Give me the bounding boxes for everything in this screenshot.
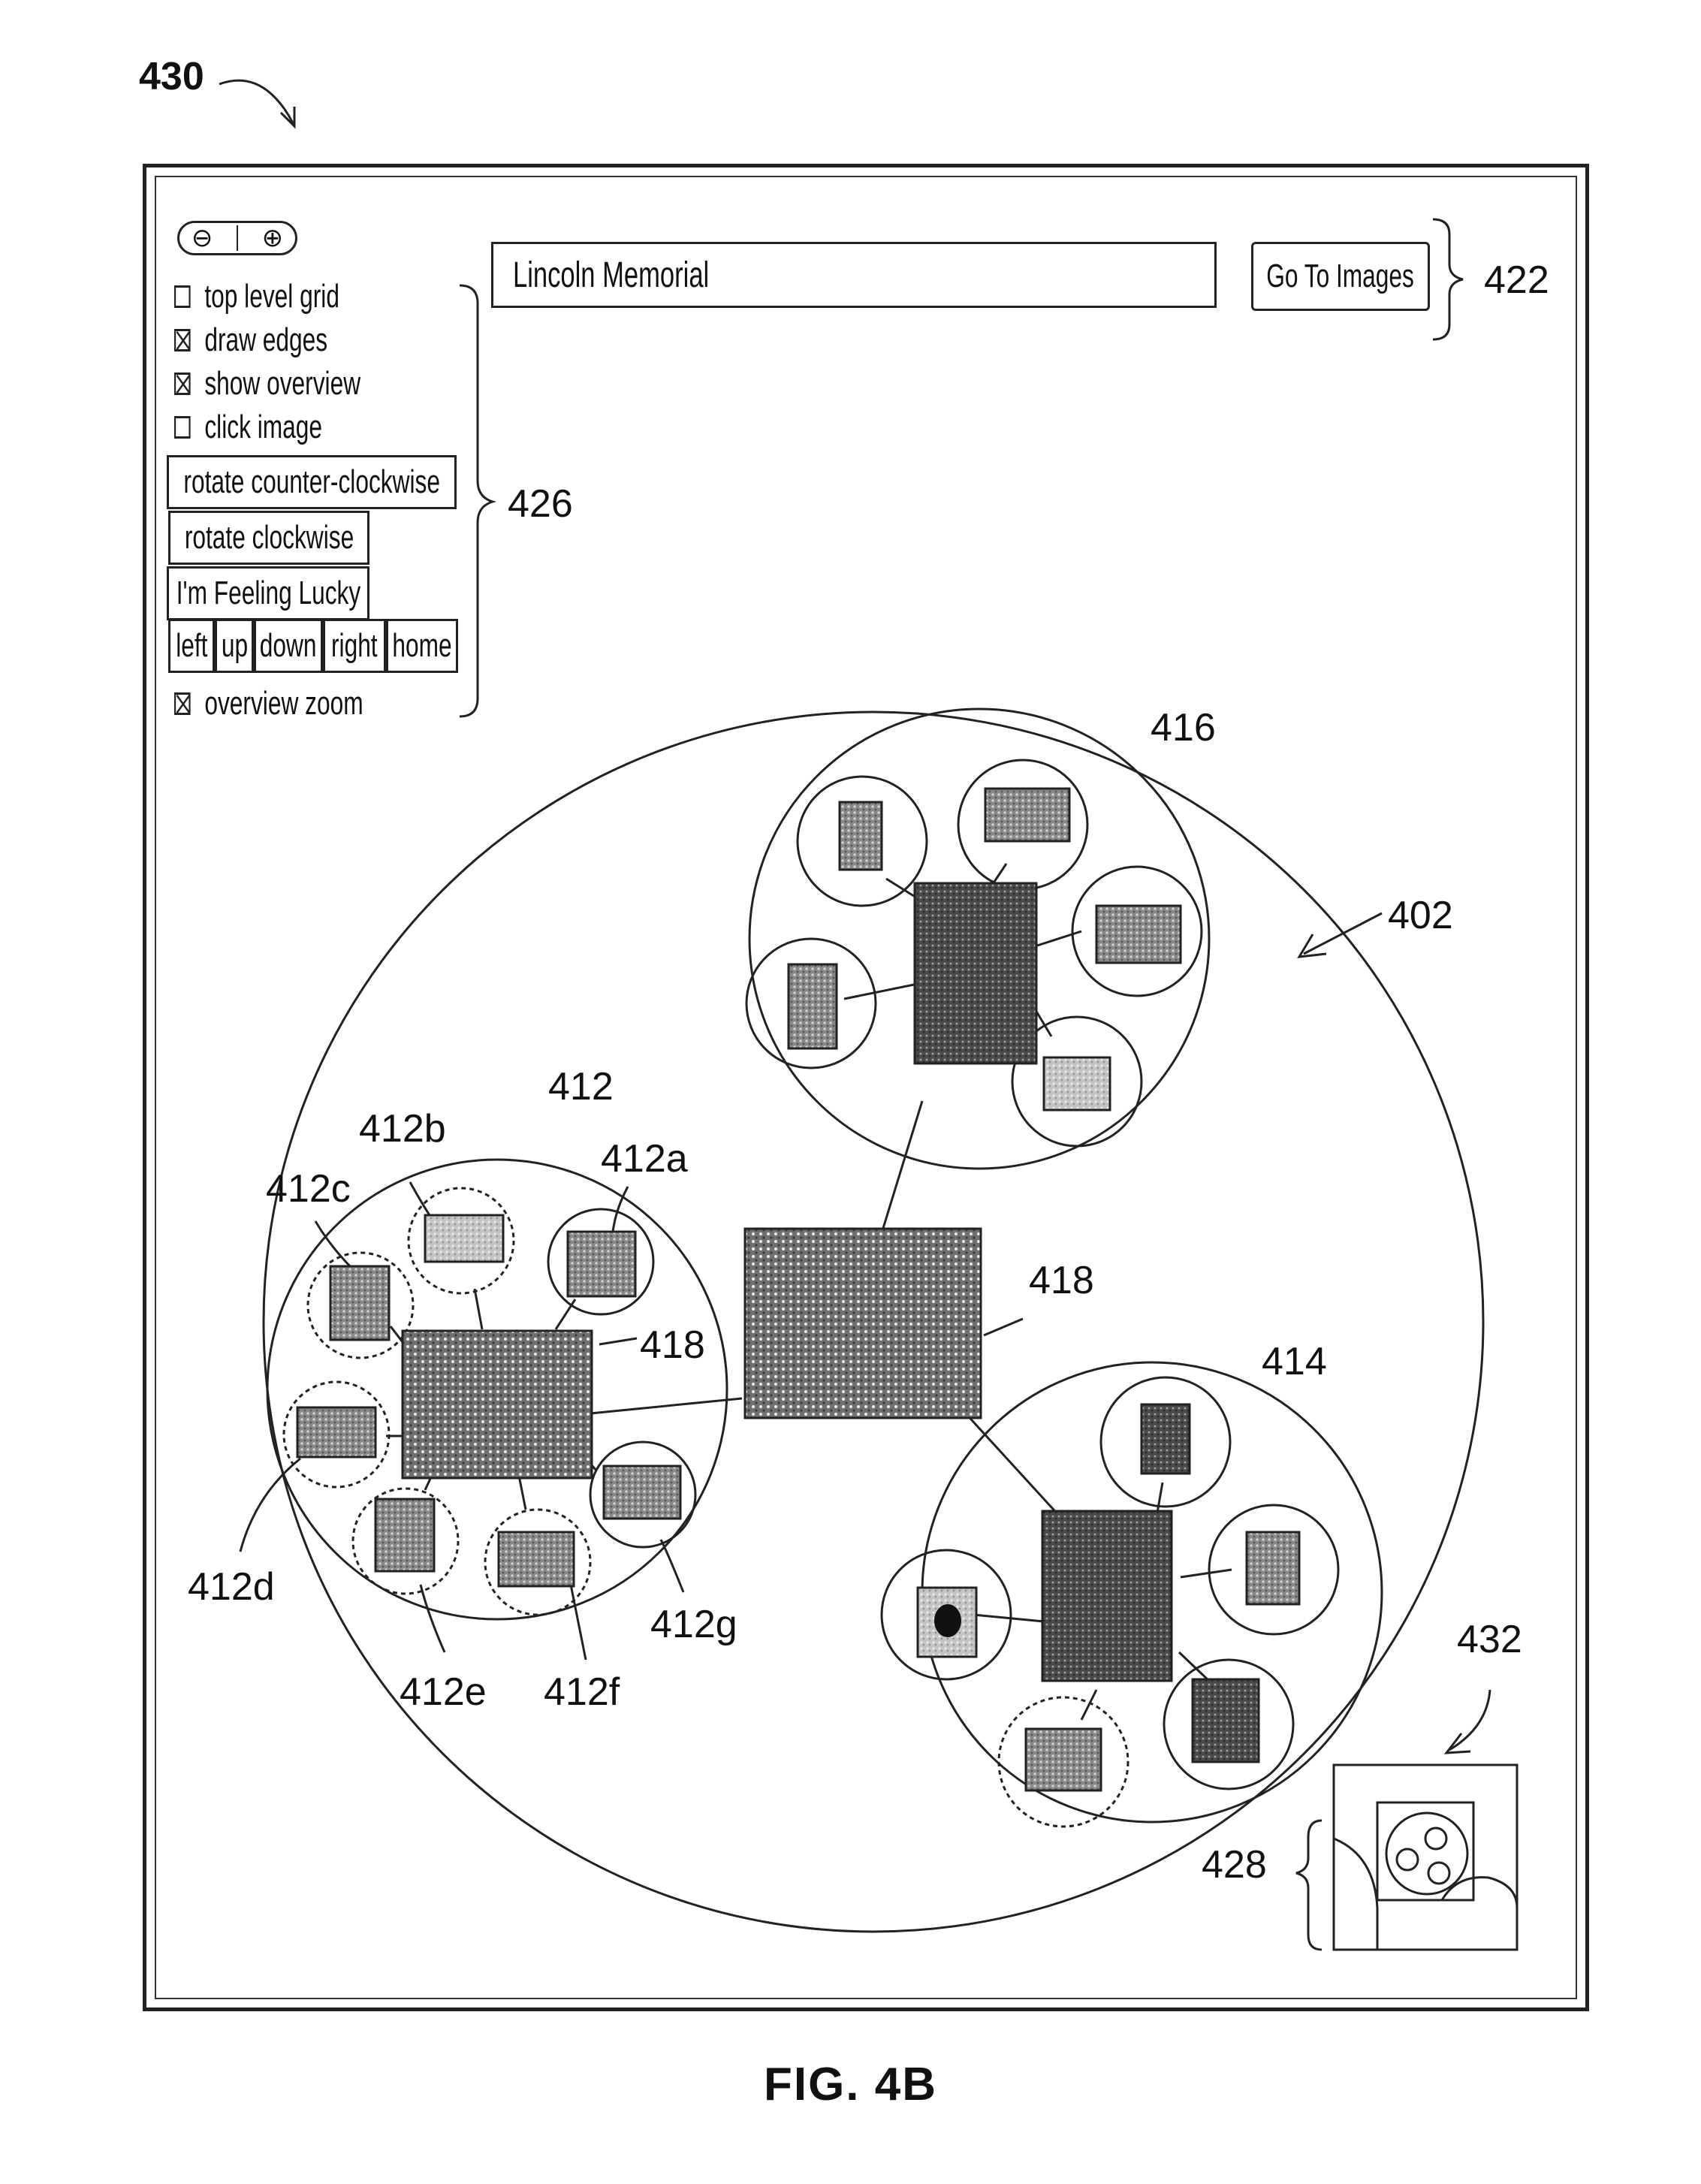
image-thumbnail[interactable] bbox=[985, 789, 1069, 841]
image-thumbnail-412e[interactable] bbox=[375, 1499, 434, 1571]
ref-416: 416 bbox=[1151, 706, 1216, 750]
leader-418-left bbox=[599, 1338, 637, 1344]
ref-412c: 412c bbox=[266, 1167, 351, 1211]
diagram-canvas: 422 426 402 416 418 418 412 412a 412b 41… bbox=[0, 0, 1701, 2184]
image-thumbnail-412f[interactable] bbox=[499, 1532, 574, 1586]
arrow-430-head bbox=[281, 107, 294, 126]
image-thumbnail-dark-spot bbox=[934, 1604, 961, 1637]
ref-412d: 412d bbox=[188, 1565, 275, 1609]
arrow-402 bbox=[1304, 913, 1382, 954]
image-thumbnail[interactable] bbox=[1044, 1057, 1110, 1110]
brace-428 bbox=[1296, 1821, 1322, 1950]
ref-412b: 412b bbox=[359, 1107, 446, 1151]
image-thumbnail-412g[interactable] bbox=[604, 1466, 680, 1519]
image-thumbnail[interactable] bbox=[1247, 1532, 1299, 1604]
edge-center-412 bbox=[590, 1398, 742, 1413]
image-thumbnail[interactable] bbox=[1026, 1729, 1101, 1790]
brace-426 bbox=[460, 285, 493, 716]
image-thumbnail-418-center[interactable] bbox=[745, 1229, 981, 1418]
image-thumbnail-412d[interactable] bbox=[297, 1407, 375, 1457]
figure-caption: FIG. 4B bbox=[0, 2058, 1701, 2111]
image-thumbnail-412b[interactable] bbox=[425, 1215, 503, 1262]
overview-viewport[interactable] bbox=[1377, 1802, 1473, 1900]
image-thumbnail[interactable] bbox=[789, 964, 837, 1048]
ref-432: 432 bbox=[1457, 1618, 1522, 1661]
image-thumbnail-412c[interactable] bbox=[330, 1266, 389, 1340]
image-thumbnail[interactable] bbox=[1193, 1679, 1259, 1762]
ref-418-center: 418 bbox=[1029, 1259, 1094, 1302]
leader-418-center bbox=[984, 1319, 1023, 1335]
ref-428: 428 bbox=[1202, 1843, 1267, 1887]
image-thumbnail-414-center[interactable] bbox=[1042, 1511, 1172, 1681]
arrow-430 bbox=[219, 80, 293, 123]
ref-426: 426 bbox=[508, 482, 573, 526]
leader-412e bbox=[421, 1585, 445, 1652]
ref-412: 412 bbox=[548, 1065, 614, 1109]
leader-412g bbox=[661, 1540, 683, 1592]
ref-402: 402 bbox=[1388, 894, 1453, 937]
ref-412a: 412a bbox=[601, 1137, 688, 1181]
image-thumbnail[interactable] bbox=[1142, 1404, 1190, 1474]
brace-422 bbox=[1433, 219, 1463, 339]
image-thumbnail[interactable] bbox=[840, 802, 882, 870]
ref-414: 414 bbox=[1262, 1340, 1327, 1383]
image-thumbnail-418-left[interactable] bbox=[403, 1331, 592, 1478]
ref-412e: 412e bbox=[400, 1670, 487, 1714]
ref-418-left: 418 bbox=[640, 1323, 705, 1367]
arrow-402-head bbox=[1299, 934, 1326, 957]
image-thumbnail-412a[interactable] bbox=[568, 1232, 635, 1296]
image-thumbnail[interactable] bbox=[1096, 906, 1181, 963]
ref-422: 422 bbox=[1484, 258, 1549, 302]
ref-412f: 412f bbox=[544, 1670, 620, 1714]
image-thumbnail-416-center[interactable] bbox=[915, 883, 1036, 1063]
ref-412g: 412g bbox=[650, 1603, 737, 1646]
